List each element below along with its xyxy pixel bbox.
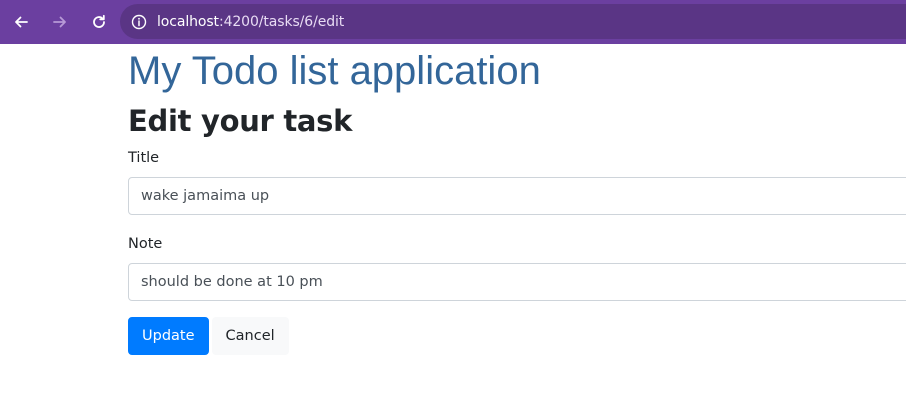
reload-icon xyxy=(93,14,105,28)
back-button[interactable] xyxy=(3,4,39,40)
url-text: localhost:4200/tasks/6/edit xyxy=(157,14,344,30)
main-content: My Todo list application Edit your task … xyxy=(128,44,906,355)
address-bar[interactable]: localhost:4200/tasks/6/edit xyxy=(120,4,906,39)
update-button[interactable]: Update xyxy=(128,317,209,355)
browser-toolbar: localhost:4200/tasks/6/edit xyxy=(0,0,906,44)
site-info-icon[interactable] xyxy=(130,13,147,30)
forward-arrow-icon xyxy=(53,16,66,28)
app-title: My Todo list application xyxy=(128,49,541,93)
title-label: Title xyxy=(128,150,160,166)
forward-button[interactable] xyxy=(42,4,78,40)
reload-button[interactable] xyxy=(81,4,117,40)
title-input[interactable] xyxy=(128,177,906,215)
url-path: :4200/tasks/6/edit xyxy=(218,13,345,30)
note-label: Note xyxy=(128,236,163,252)
note-input[interactable] xyxy=(128,263,906,301)
cancel-button[interactable]: Cancel xyxy=(211,317,289,355)
form-actions: Update Cancel xyxy=(128,317,906,355)
back-arrow-icon xyxy=(15,16,28,28)
page-title: Edit your task xyxy=(128,104,353,138)
url-host: localhost xyxy=(157,13,219,30)
edit-task-form: Title Note Update Cancel xyxy=(128,148,906,355)
